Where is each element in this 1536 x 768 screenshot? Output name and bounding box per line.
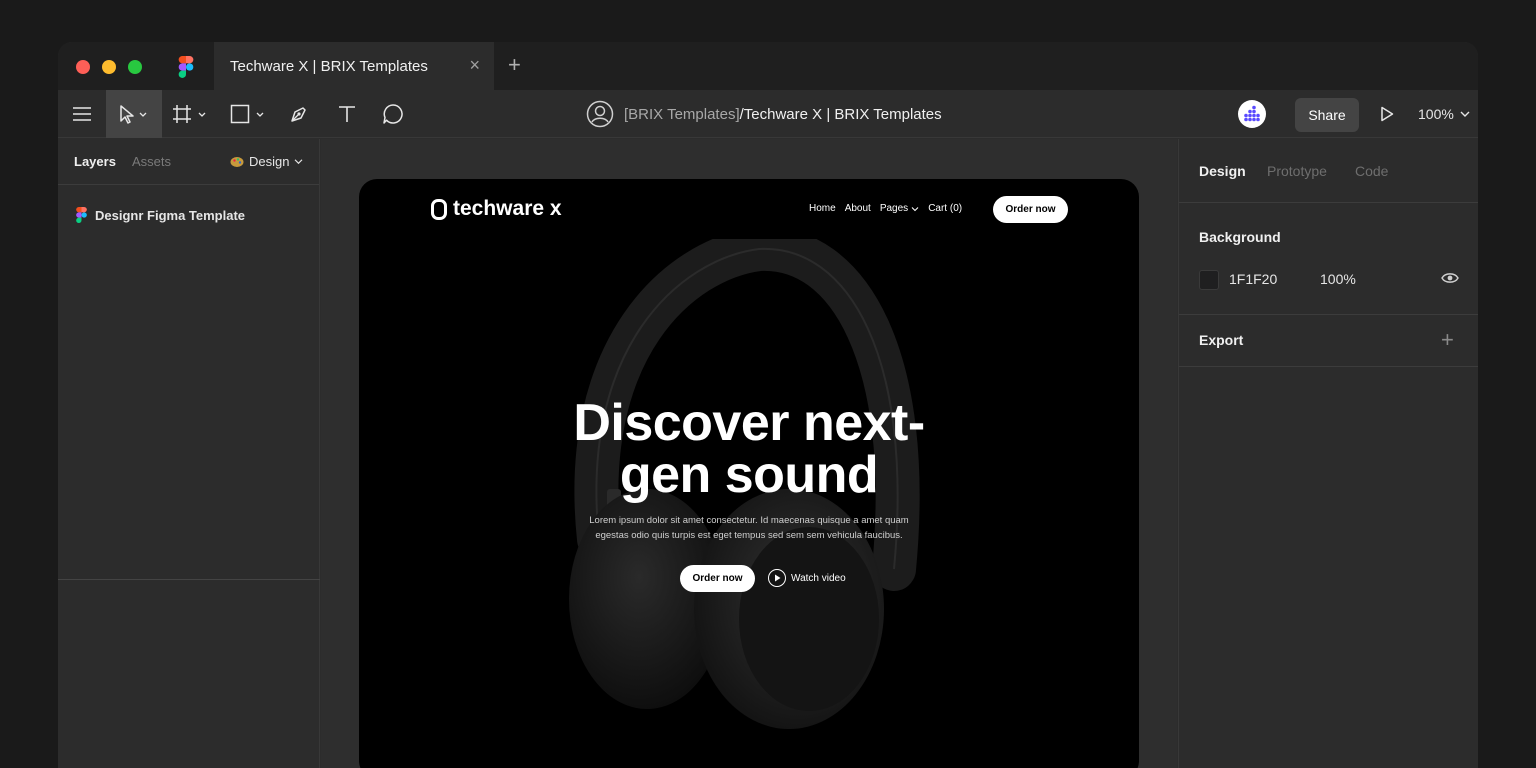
background-color-swatch[interactable]	[1199, 270, 1219, 290]
tab-label: Techware X | BRIX Templates	[230, 57, 428, 75]
hero-order-button[interactable]: Order now	[680, 565, 755, 592]
properties-panel: Design Prototype Code Background 1F1F20 …	[1178, 139, 1478, 768]
export-section: Export +	[1179, 315, 1478, 367]
close-window-button[interactable]	[76, 60, 90, 74]
palette-icon	[230, 156, 244, 167]
figma-logo-icon[interactable]	[178, 56, 194, 78]
panel-divider	[58, 579, 320, 580]
watch-video-link[interactable]: Watch video	[768, 569, 846, 587]
background-section: Background 1F1F20 100%	[1179, 203, 1478, 315]
nav-about[interactable]: About	[845, 203, 871, 214]
play-circle-icon	[768, 569, 786, 587]
export-heading: Export	[1199, 332, 1244, 348]
doc-file: /Techware X | BRIX Templates	[739, 105, 942, 123]
maximize-window-button[interactable]	[128, 60, 142, 74]
tab-layers[interactable]: Layers	[74, 154, 116, 169]
layer-item[interactable]: Designr Figma Template	[76, 207, 245, 223]
avatar[interactable]	[1238, 100, 1266, 128]
comment-tool-icon[interactable]	[378, 90, 408, 138]
hero-title-line-2: gen sound	[619, 446, 879, 504]
menu-icon[interactable]	[58, 90, 106, 138]
site-nav: Home About Pages Cart (0)	[809, 203, 962, 214]
nav-pages-label: Pages	[879, 203, 909, 214]
tab-techware[interactable]: Techware X | BRIX Templates ×	[214, 42, 494, 90]
website-frame[interactable]: techware x Home About Pages Cart (0) Ord…	[359, 179, 1139, 768]
doc-team: [BRIX Templates]	[624, 105, 740, 123]
tab-close-icon[interactable]: ×	[469, 55, 480, 76]
document-title[interactable]: [BRIX Templates]/Techware X | BRIX Templ…	[586, 90, 942, 138]
title-bar: Techware X | BRIX Templates × +	[58, 42, 1478, 90]
tab-prototype[interactable]: Prototype	[1267, 163, 1327, 179]
right-panel-tabs: Design Prototype Code	[1179, 139, 1478, 203]
logo-mark-icon	[431, 198, 447, 220]
site-logo[interactable]: techware x	[431, 197, 562, 221]
nav-pages[interactable]: Pages	[880, 203, 919, 214]
share-button[interactable]: Share	[1295, 98, 1359, 132]
canvas[interactable]: techware x Home About Pages Cart (0) Ord…	[321, 139, 1177, 768]
minimize-window-button[interactable]	[102, 60, 116, 74]
chevron-down-icon	[911, 206, 919, 211]
page-selector[interactable]: Design	[230, 154, 303, 169]
zoom-dropdown[interactable]: 100%	[1418, 90, 1470, 138]
new-tab-icon[interactable]: +	[508, 52, 521, 78]
nav-home[interactable]: Home	[809, 203, 836, 214]
hero-title-line-1: Discover next-	[573, 394, 925, 452]
text-tool-icon[interactable]	[332, 90, 362, 138]
eye-icon[interactable]	[1441, 272, 1459, 284]
watch-video-label: Watch video	[791, 572, 846, 584]
hero-subtitle: Lorem ipsum dolor sit amet consectetur. …	[589, 515, 909, 541]
zoom-label: 100%	[1418, 106, 1454, 122]
site-logo-text: techware x	[453, 197, 562, 220]
hero-title: Discover next- gen sound	[359, 397, 1139, 501]
pen-tool-icon[interactable]	[284, 90, 314, 138]
figma-file-icon	[76, 207, 87, 223]
present-play-icon[interactable]	[1380, 106, 1394, 122]
background-heading: Background	[1199, 229, 1281, 245]
shape-tool-icon[interactable]	[226, 90, 274, 138]
toolbar: [BRIX Templates]/Techware X | BRIX Templ…	[58, 90, 1478, 138]
left-panel-tabs: Layers Assets Design	[58, 139, 319, 185]
layers-panel: Layers Assets Design Designr Figma Templ…	[58, 139, 320, 768]
tab-assets[interactable]: Assets	[132, 154, 171, 169]
app-window: Techware X | BRIX Templates × + [BRIX Te…	[58, 42, 1478, 768]
page-selector-label: Design	[249, 154, 290, 169]
tab-code[interactable]: Code	[1355, 163, 1388, 179]
move-tool-icon[interactable]	[106, 90, 162, 138]
chevron-down-icon	[1460, 111, 1470, 117]
layer-label: Designr Figma Template	[95, 207, 246, 223]
background-opacity-input[interactable]: 100%	[1320, 271, 1356, 287]
nav-cart[interactable]: Cart (0)	[928, 203, 962, 214]
tab-design[interactable]: Design	[1199, 163, 1246, 179]
nav-order-button[interactable]: Order now	[993, 196, 1068, 223]
chevron-down-icon	[295, 159, 303, 165]
brix-dots-icon	[1244, 105, 1260, 122]
frame-tool-icon[interactable]	[168, 90, 216, 138]
user-circle-icon	[586, 100, 614, 128]
add-export-icon[interactable]: +	[1441, 329, 1454, 351]
background-hex-input[interactable]: 1F1F20	[1229, 271, 1277, 287]
